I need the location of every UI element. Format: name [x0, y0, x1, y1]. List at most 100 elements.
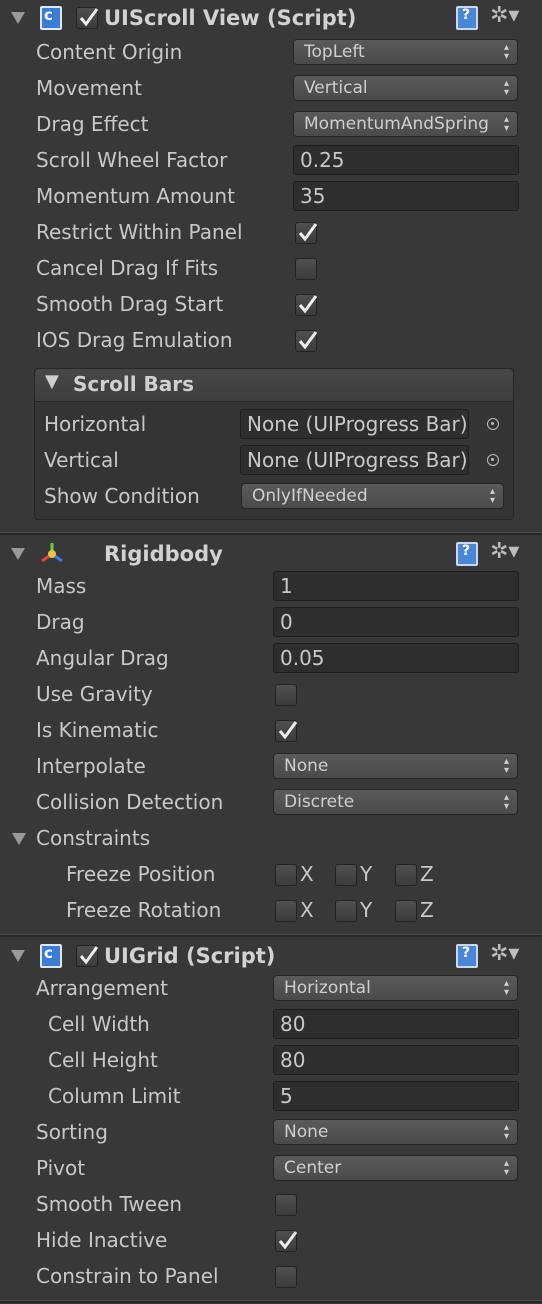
updown-arrows-icon: ▴ ▾: [503, 1122, 509, 1142]
arrangement-dropdown[interactable]: Horizontal ▴ ▾: [273, 975, 518, 1001]
csharp-script-icon: c: [40, 944, 62, 968]
foldout-arrow-icon[interactable]: [11, 950, 25, 962]
column-limit-field[interactable]: 5: [273, 1081, 519, 1111]
freeze-rotation-x-checkbox[interactable]: [275, 900, 297, 922]
freeze-position-z-checkbox[interactable]: [395, 864, 417, 886]
horizontal-field[interactable]: None (UIProgress Bar): [240, 409, 469, 439]
scrollview-header[interactable]: c UIScroll View (Script) ? ✲▾: [0, 0, 542, 36]
updown-arrows-icon: ▴ ▾: [503, 114, 509, 134]
angular-drag-label: Angular Drag: [36, 646, 169, 670]
constraints-label[interactable]: Constraints: [36, 826, 150, 850]
horizontal-label: Horizontal: [44, 412, 147, 436]
drag-label: Drag: [36, 610, 85, 634]
is-kinematic-checkbox[interactable]: [275, 720, 298, 742]
updown-arrows-icon: ▴ ▾: [503, 78, 509, 98]
movement-label: Movement: [36, 76, 142, 100]
freeze-position-label: Freeze Position: [66, 862, 216, 886]
component-title: Rigidbody: [104, 542, 223, 566]
smooth-drag-checkbox[interactable]: [295, 294, 318, 316]
gear-icon[interactable]: ✲▾: [490, 541, 519, 563]
smooth-tween-label: Smooth Tween: [36, 1192, 183, 1216]
component-enabled-checkbox[interactable]: [76, 945, 99, 967]
angular-drag-field[interactable]: 0.05: [273, 643, 519, 673]
use-gravity-label: Use Gravity: [36, 682, 153, 706]
csharp-script-icon: c: [40, 6, 62, 30]
help-book-icon[interactable]: ?: [456, 542, 478, 566]
content-origin-dropdown[interactable]: TopLeft ▴ ▾: [293, 39, 518, 65]
scroll-bars-header[interactable]: ▼ Scroll Bars: [35, 369, 513, 402]
pivot-label: Pivot: [36, 1156, 86, 1180]
help-book-icon[interactable]: ?: [456, 944, 478, 968]
scroll-wheel-label: Scroll Wheel Factor: [36, 148, 228, 172]
restrict-label: Restrict Within Panel: [36, 220, 243, 244]
freeze-rotation-z-checkbox[interactable]: [395, 900, 417, 922]
is-kinematic-label: Is Kinematic: [36, 718, 159, 742]
drag-effect-label: Drag Effect: [36, 112, 149, 136]
axis-x-label: X: [300, 862, 314, 886]
component-enabled-checkbox[interactable]: [76, 7, 99, 29]
show-condition-label: Show Condition: [44, 484, 200, 508]
object-picker-icon[interactable]: [487, 418, 499, 430]
pivot-dropdown[interactable]: Center ▴ ▾: [273, 1155, 518, 1181]
interpolate-dropdown[interactable]: None ▴ ▾: [273, 753, 518, 779]
foldout-arrow-icon[interactable]: [12, 833, 26, 845]
smooth-tween-checkbox[interactable]: [275, 1194, 297, 1216]
mass-label: Mass: [36, 574, 87, 598]
foldout-arrow-icon[interactable]: ▼: [45, 371, 59, 392]
arrangement-label: Arrangement: [36, 976, 169, 1000]
rigidbody-header[interactable]: Rigidbody ? ✲▾: [0, 536, 542, 572]
constrain-checkbox[interactable]: [275, 1266, 297, 1288]
axis-z-label: Z: [420, 862, 434, 886]
cell-width-label: Cell Width: [48, 1012, 150, 1036]
drag-effect-dropdown[interactable]: MomentumAndSpring ▴ ▾: [293, 111, 518, 137]
column-limit-label: Column Limit: [48, 1084, 181, 1108]
updown-arrows-icon: ▴ ▾: [489, 486, 495, 506]
collision-dropdown[interactable]: Discrete ▴ ▾: [273, 789, 518, 815]
smooth-drag-label: Smooth Drag Start: [36, 292, 224, 316]
help-book-icon[interactable]: ?: [456, 6, 478, 30]
freeze-position-x-checkbox[interactable]: [275, 864, 297, 886]
collision-label: Collision Detection: [36, 790, 224, 814]
axis-z-label: Z: [420, 898, 434, 922]
cancel-drag-checkbox[interactable]: [295, 258, 317, 280]
object-picker-icon[interactable]: [487, 454, 499, 466]
axis-y-label: Y: [360, 898, 373, 922]
foldout-arrow-icon[interactable]: [11, 548, 25, 560]
momentum-label: Momentum Amount: [36, 184, 235, 208]
ios-drag-checkbox[interactable]: [295, 330, 318, 352]
freeze-rotation-label: Freeze Rotation: [66, 898, 222, 922]
restrict-checkbox[interactable]: [295, 222, 318, 244]
use-gravity-checkbox[interactable]: [275, 684, 297, 706]
sorting-dropdown[interactable]: None ▴ ▾: [273, 1119, 518, 1145]
component-title: UIGrid (Script): [104, 944, 276, 968]
gear-icon[interactable]: ✲▾: [490, 5, 519, 27]
sorting-label: Sorting: [36, 1120, 108, 1144]
foldout-arrow-icon[interactable]: [11, 12, 25, 24]
cell-width-field[interactable]: 80: [273, 1009, 519, 1039]
scroll-wheel-field[interactable]: 0.25: [293, 145, 519, 175]
cell-height-field[interactable]: 80: [273, 1045, 519, 1075]
hide-inactive-checkbox[interactable]: [275, 1230, 298, 1252]
momentum-field[interactable]: 35: [293, 181, 519, 211]
show-condition-dropdown[interactable]: OnlyIfNeeded ▴ ▾: [241, 483, 504, 509]
hide-inactive-label: Hide Inactive: [36, 1228, 168, 1252]
freeze-position-y-checkbox[interactable]: [335, 864, 357, 886]
cancel-drag-label: Cancel Drag If Fits: [36, 256, 219, 280]
gear-icon[interactable]: ✲▾: [490, 943, 519, 965]
mass-field[interactable]: 1: [273, 571, 519, 601]
vertical-field[interactable]: None (UIProgress Bar): [240, 445, 469, 475]
updown-arrows-icon: ▴ ▾: [503, 1158, 509, 1178]
scroll-bars-title: Scroll Bars: [73, 372, 195, 396]
content-origin-label: Content Origin: [36, 40, 183, 64]
freeze-rotation-y-checkbox[interactable]: [335, 900, 357, 922]
component-divider: [0, 934, 542, 937]
drag-field[interactable]: 0: [273, 607, 519, 637]
updown-arrows-icon: ▴ ▾: [503, 978, 509, 998]
constrain-label: Constrain to Panel: [36, 1264, 219, 1288]
ios-drag-label: IOS Drag Emulation: [36, 328, 233, 352]
component-divider: [0, 532, 542, 535]
interpolate-label: Interpolate: [36, 754, 146, 778]
movement-dropdown[interactable]: Vertical ▴ ▾: [293, 75, 518, 101]
grid-header[interactable]: c UIGrid (Script) ? ✲▾: [0, 938, 542, 974]
cell-height-label: Cell Height: [48, 1048, 158, 1072]
